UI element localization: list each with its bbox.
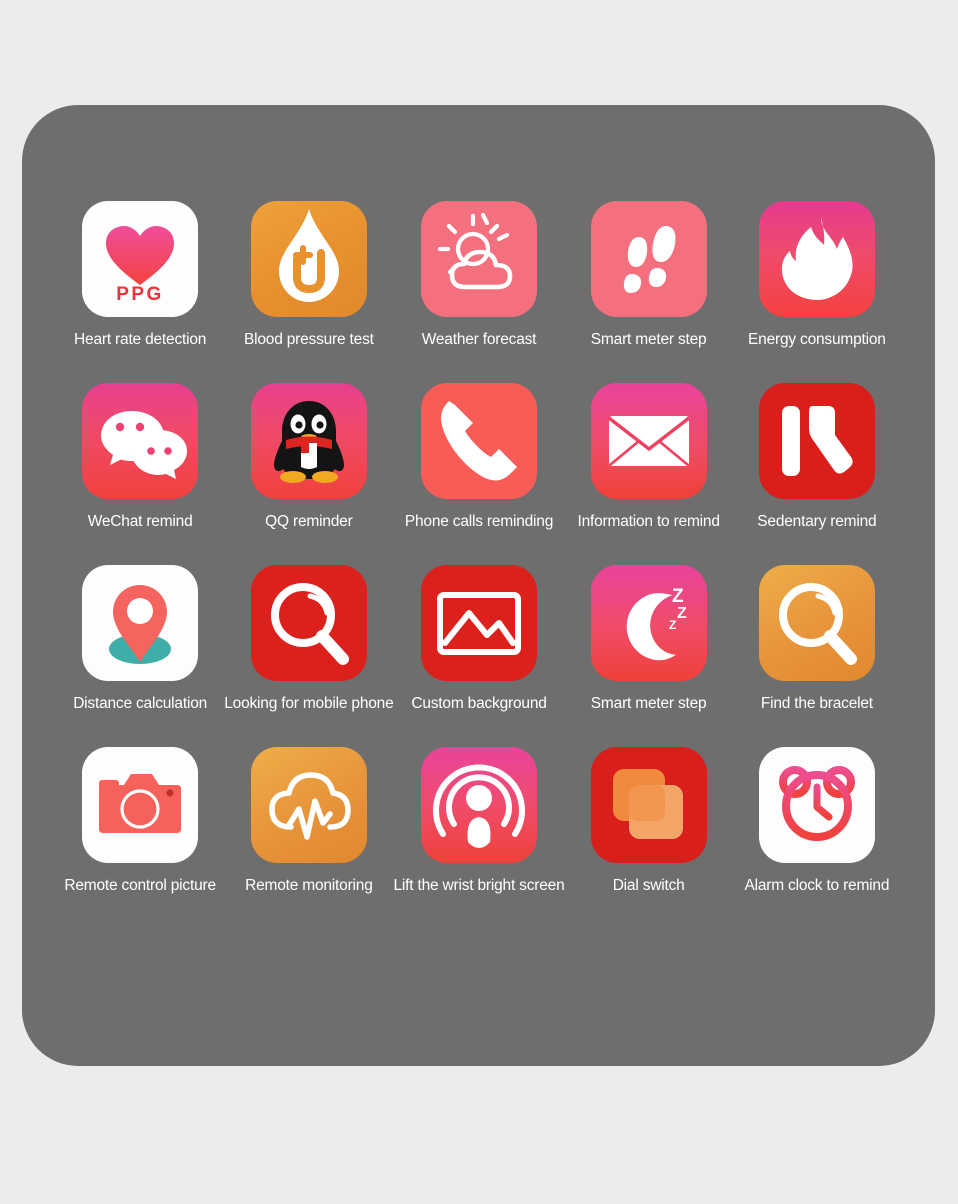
app-label: Smart meter step [590,331,707,348]
app-item[interactable]: QQ reminder [224,383,393,531]
app-item[interactable]: Sedentary remind [733,383,901,531]
map-pin-icon[interactable] [82,565,199,681]
app-label: Lift the wrist bright screen [393,877,565,894]
app-label: Custom background [411,695,547,712]
app-item[interactable]: Custom background [394,565,565,713]
app-panel: PPG Heart rate detection Blood pressure … [22,105,935,1066]
app-item[interactable]: Remote monitoring [224,747,393,895]
layered-squares-icon[interactable] [590,747,707,863]
magnifier-icon[interactable] [250,565,367,681]
app-item[interactable]: WeChat remind [56,383,224,531]
app-item[interactable]: Alarm clock to remind [733,747,901,895]
app-label: Energy consumption [748,331,886,348]
app-item[interactable]: Looking for mobile phone [224,565,394,713]
app-label: Remote control picture [64,877,216,894]
app-label: WeChat remind [87,513,193,530]
camera-icon[interactable] [82,747,199,863]
svg-text:Z: Z [669,618,676,632]
envelope-icon[interactable] [590,383,707,499]
wechat-bubbles-icon[interactable] [82,383,199,499]
picture-icon[interactable] [421,565,537,681]
flame-icon[interactable] [758,201,875,317]
qq-penguin-icon[interactable] [250,383,367,499]
svg-text:Z: Z [677,605,687,622]
app-item[interactable]: Distance calculation [56,565,224,713]
app-item[interactable]: Smart meter step [565,201,733,349]
app-label: Remote monitoring [245,877,373,894]
cloud-pulse-icon[interactable] [250,747,367,863]
podcast-waves-icon[interactable] [421,747,537,863]
sitting-person-icon[interactable] [758,383,875,499]
app-item[interactable]: Z Z Z Smart meter step [565,565,733,713]
app-item[interactable]: Phone calls reminding [394,383,565,531]
app-item[interactable]: Information to remind [565,383,733,531]
app-item[interactable]: Energy consumption [733,201,901,349]
app-label: Looking for mobile phone [224,695,394,712]
sleep-moon-zzz-icon[interactable]: Z Z Z [590,565,707,681]
app-label: Dial switch [612,877,685,894]
heart-ppg-icon[interactable]: PPG [82,201,199,317]
alarm-clock-icon[interactable] [758,747,875,863]
app-label: Smart meter step [590,695,707,712]
magnifier-icon[interactable] [758,565,875,681]
app-item[interactable]: Dial switch [565,747,733,895]
footprints-icon[interactable] [590,201,707,317]
app-label: Blood pressure test [243,331,374,348]
app-grid: PPG Heart rate detection Blood pressure … [22,105,935,895]
app-item[interactable]: Blood pressure test [224,201,393,349]
app-label: Heart rate detection [74,331,207,348]
app-label: QQ reminder [265,513,353,530]
app-label: Information to remind [577,513,720,530]
app-item[interactable]: Find the bracelet [733,565,901,713]
app-label: Weather forecast [421,331,537,348]
app-label: Distance calculation [73,695,208,712]
app-item[interactable]: Weather forecast [394,201,565,349]
app-item[interactable]: Remote control picture [56,747,224,895]
svg-text:PPG: PPG [116,284,164,305]
app-item[interactable]: Lift the wrist bright screen [394,747,565,895]
phone-handset-icon[interactable] [421,383,537,499]
app-label: Sedentary remind [757,513,877,530]
sun-cloud-icon[interactable] [421,201,537,317]
screen: PPG Heart rate detection Blood pressure … [0,0,958,1204]
blood-drop-plus-icon[interactable] [250,201,367,317]
app-item[interactable]: PPG Heart rate detection [56,201,224,349]
app-label: Alarm clock to remind [744,877,890,894]
app-label: Find the bracelet [760,695,873,712]
svg-text:Z: Z [672,586,684,607]
app-label: Phone calls reminding [404,513,554,530]
